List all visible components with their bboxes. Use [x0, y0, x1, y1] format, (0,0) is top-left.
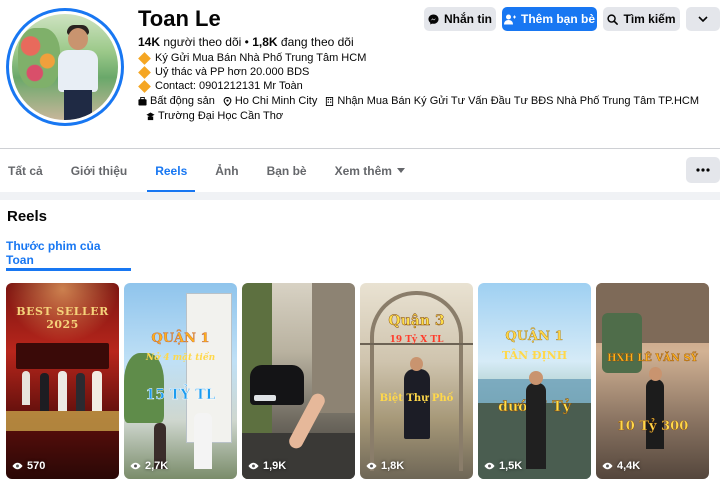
caret-down-icon: [396, 168, 405, 173]
reel-thumbnail[interactable]: 1,9K: [242, 283, 355, 479]
school-icon: [146, 111, 155, 120]
add-friend-icon: [503, 14, 516, 24]
reel-thumbnail[interactable]: QUẬN 1 TÂN ĐỊNH dưới 7 Tỷ 1,5K: [478, 283, 591, 479]
briefcase-icon: [138, 96, 147, 106]
eye-icon: [130, 462, 141, 470]
eye-icon: [366, 462, 377, 470]
profile-avatar[interactable]: [6, 8, 124, 126]
chevron-down-icon: [698, 16, 708, 22]
profile-name: Toan Le: [138, 6, 221, 31]
reel-thumbnail[interactable]: BEST SELLER 2025 570: [6, 283, 119, 479]
bio-line-2: Uỷ thác và PP hơn 20.000 BDS: [138, 65, 309, 79]
diamond-icon: [138, 51, 151, 65]
tab-photos[interactable]: Ảnh: [207, 149, 246, 193]
followers-count[interactable]: 14K: [138, 35, 160, 49]
followers-label[interactable]: người theo dõi: [163, 35, 241, 49]
following-label[interactable]: đang theo dõi: [281, 35, 354, 49]
reel-thumbnail[interactable]: Quận 3 19 Tỷ X TL Biệt Thự Phố 1,8K: [360, 283, 473, 479]
reel-view-count: 1,8K: [366, 460, 404, 472]
building-icon: [326, 96, 334, 106]
profile-details: Bất động sản Ho Chi Minh City Nhận Mua B…: [138, 95, 699, 107]
tab-about[interactable]: Giới thiệu: [63, 149, 136, 193]
tab-more-button[interactable]: [686, 157, 720, 183]
eye-icon: [248, 462, 259, 470]
reel-view-count: 4,4K: [602, 460, 640, 472]
tab-see-more[interactable]: Xem thêm: [327, 149, 413, 193]
tab-friends[interactable]: Bạn bè: [259, 149, 315, 193]
location-pin-icon: [223, 96, 232, 106]
eye-icon: [12, 462, 23, 470]
profile-header: Toan Le 14K người theo dõi • 1,8K đang t…: [0, 0, 720, 148]
section-divider: [0, 192, 720, 200]
more-options-button[interactable]: [686, 7, 720, 31]
diamond-icon: [138, 79, 151, 93]
follow-stats: 14K người theo dõi • 1,8K đang theo dõi: [138, 35, 354, 49]
education-item: Trường Đại Học Cần Thơ: [146, 110, 283, 122]
bio-line-1: Ký Gửi Mua Bán Nhà Phố Trung Tâm HCM: [138, 51, 366, 65]
tab-all[interactable]: Tất cả: [0, 149, 51, 193]
following-count[interactable]: 1,8K: [252, 35, 277, 49]
location-item: Ho Chi Minh City: [223, 95, 317, 107]
tab-reels[interactable]: Reels: [147, 149, 196, 193]
add-friend-button[interactable]: Thêm bạn bè: [502, 7, 597, 31]
reel-view-count: 570: [12, 460, 45, 472]
reel-thumbnail[interactable]: HXH LÊ VĂN SỸ 10 Tỷ 300 4,4K: [596, 283, 709, 479]
diamond-icon: [138, 65, 151, 79]
eye-icon: [602, 462, 613, 470]
profile-tabs: Tất cả Giới thiệu Reels Ảnh Bạn bè Xem t…: [0, 148, 720, 193]
search-icon: [607, 13, 619, 25]
messenger-icon: [428, 13, 439, 25]
reel-view-count: 1,9K: [248, 460, 286, 472]
reel-view-count: 2,7K: [130, 460, 168, 472]
category-item: Bất động sản: [138, 95, 215, 107]
reels-section-title: Reels: [7, 208, 48, 225]
subtab-your-reels[interactable]: Thước phim của Toan: [6, 234, 131, 271]
bio-line-3: Contact: 0901212131 Mr Toàn: [138, 79, 303, 93]
eye-icon: [484, 462, 495, 470]
avatar-photo: [12, 14, 118, 120]
message-button[interactable]: Nhắn tin: [424, 7, 496, 31]
work-item: Nhận Mua Bán Ký Gửi Tư Vấn Đầu Tư BĐS Nh…: [325, 95, 699, 107]
more-dots-icon: [696, 168, 710, 172]
reel-thumbnail[interactable]: QUẬN 1 Nở 4 mặt tiền 15 TỶ TL 2,7K: [124, 283, 237, 479]
search-button[interactable]: Tìm kiếm: [603, 7, 680, 31]
reel-view-count: 1,5K: [484, 460, 522, 472]
